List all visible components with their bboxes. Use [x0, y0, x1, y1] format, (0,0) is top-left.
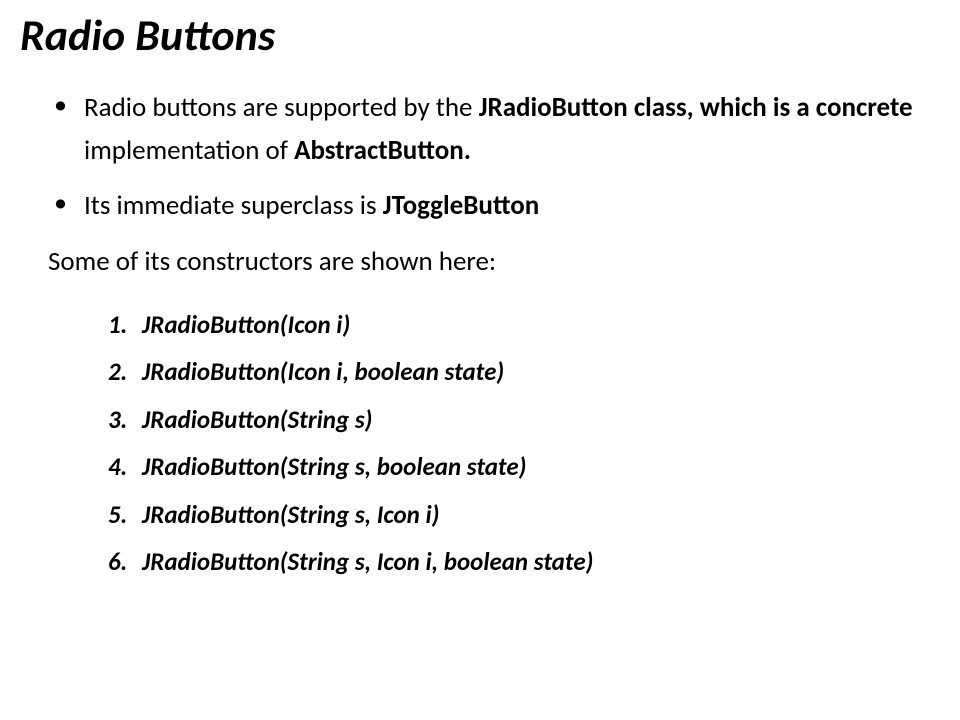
bullet-bold: AbstractButton.: [294, 134, 471, 167]
bullet-list: Radio buttons are supported by the JRadi…: [48, 86, 940, 228]
constructors-intro: Some of its constructors are shown here:: [48, 240, 940, 283]
constructor-item-3: 3. JRadioButton(String s): [108, 396, 940, 444]
bullet-item-2: Its immediate superclass is JToggleButto…: [48, 184, 940, 227]
constructors-list: 1. JRadioButton(Icon i) 2. JRadioButton(…: [48, 301, 940, 586]
page-title: Radio Buttons: [20, 8, 940, 62]
list-number: 1.: [108, 301, 127, 349]
constructor-signature: JRadioButton(String s, Icon i, boolean s…: [142, 546, 593, 577]
constructor-item-1: 1. JRadioButton(Icon i): [108, 301, 940, 349]
list-number: 5.: [108, 491, 127, 539]
constructor-signature: JRadioButton(String s, Icon i): [142, 499, 439, 530]
bullet-item-1: Radio buttons are supported by the JRadi…: [48, 86, 940, 172]
list-number: 2.: [108, 348, 127, 396]
list-number: 6.: [108, 538, 127, 586]
constructor-item-2: 2. JRadioButton(Icon i, boolean state): [108, 348, 940, 396]
constructor-signature: JRadioButton(String s, boolean state): [142, 451, 526, 482]
bullet-text: Its immediate superclass is: [84, 189, 383, 222]
bullet-text: Radio buttons are supported by the: [84, 91, 479, 124]
constructor-signature: JRadioButton(Icon i, boolean state): [142, 356, 504, 387]
list-number: 3.: [108, 396, 127, 444]
list-number: 4.: [108, 443, 127, 491]
bullet-bold: JToggleButton: [383, 189, 540, 222]
bullet-text: implementation of: [84, 134, 294, 167]
constructor-item-5: 5. JRadioButton(String s, Icon i): [108, 491, 940, 539]
constructor-item-6: 6. JRadioButton(String s, Icon i, boolea…: [108, 538, 940, 586]
constructor-signature: JRadioButton(Icon i): [142, 309, 350, 340]
constructor-item-4: 4. JRadioButton(String s, boolean state): [108, 443, 940, 491]
constructor-signature: JRadioButton(String s): [142, 404, 372, 435]
bullet-bold: JRadioButton class, which is a concrete: [479, 91, 913, 124]
body-content: Radio buttons are supported by the JRadi…: [20, 86, 940, 586]
